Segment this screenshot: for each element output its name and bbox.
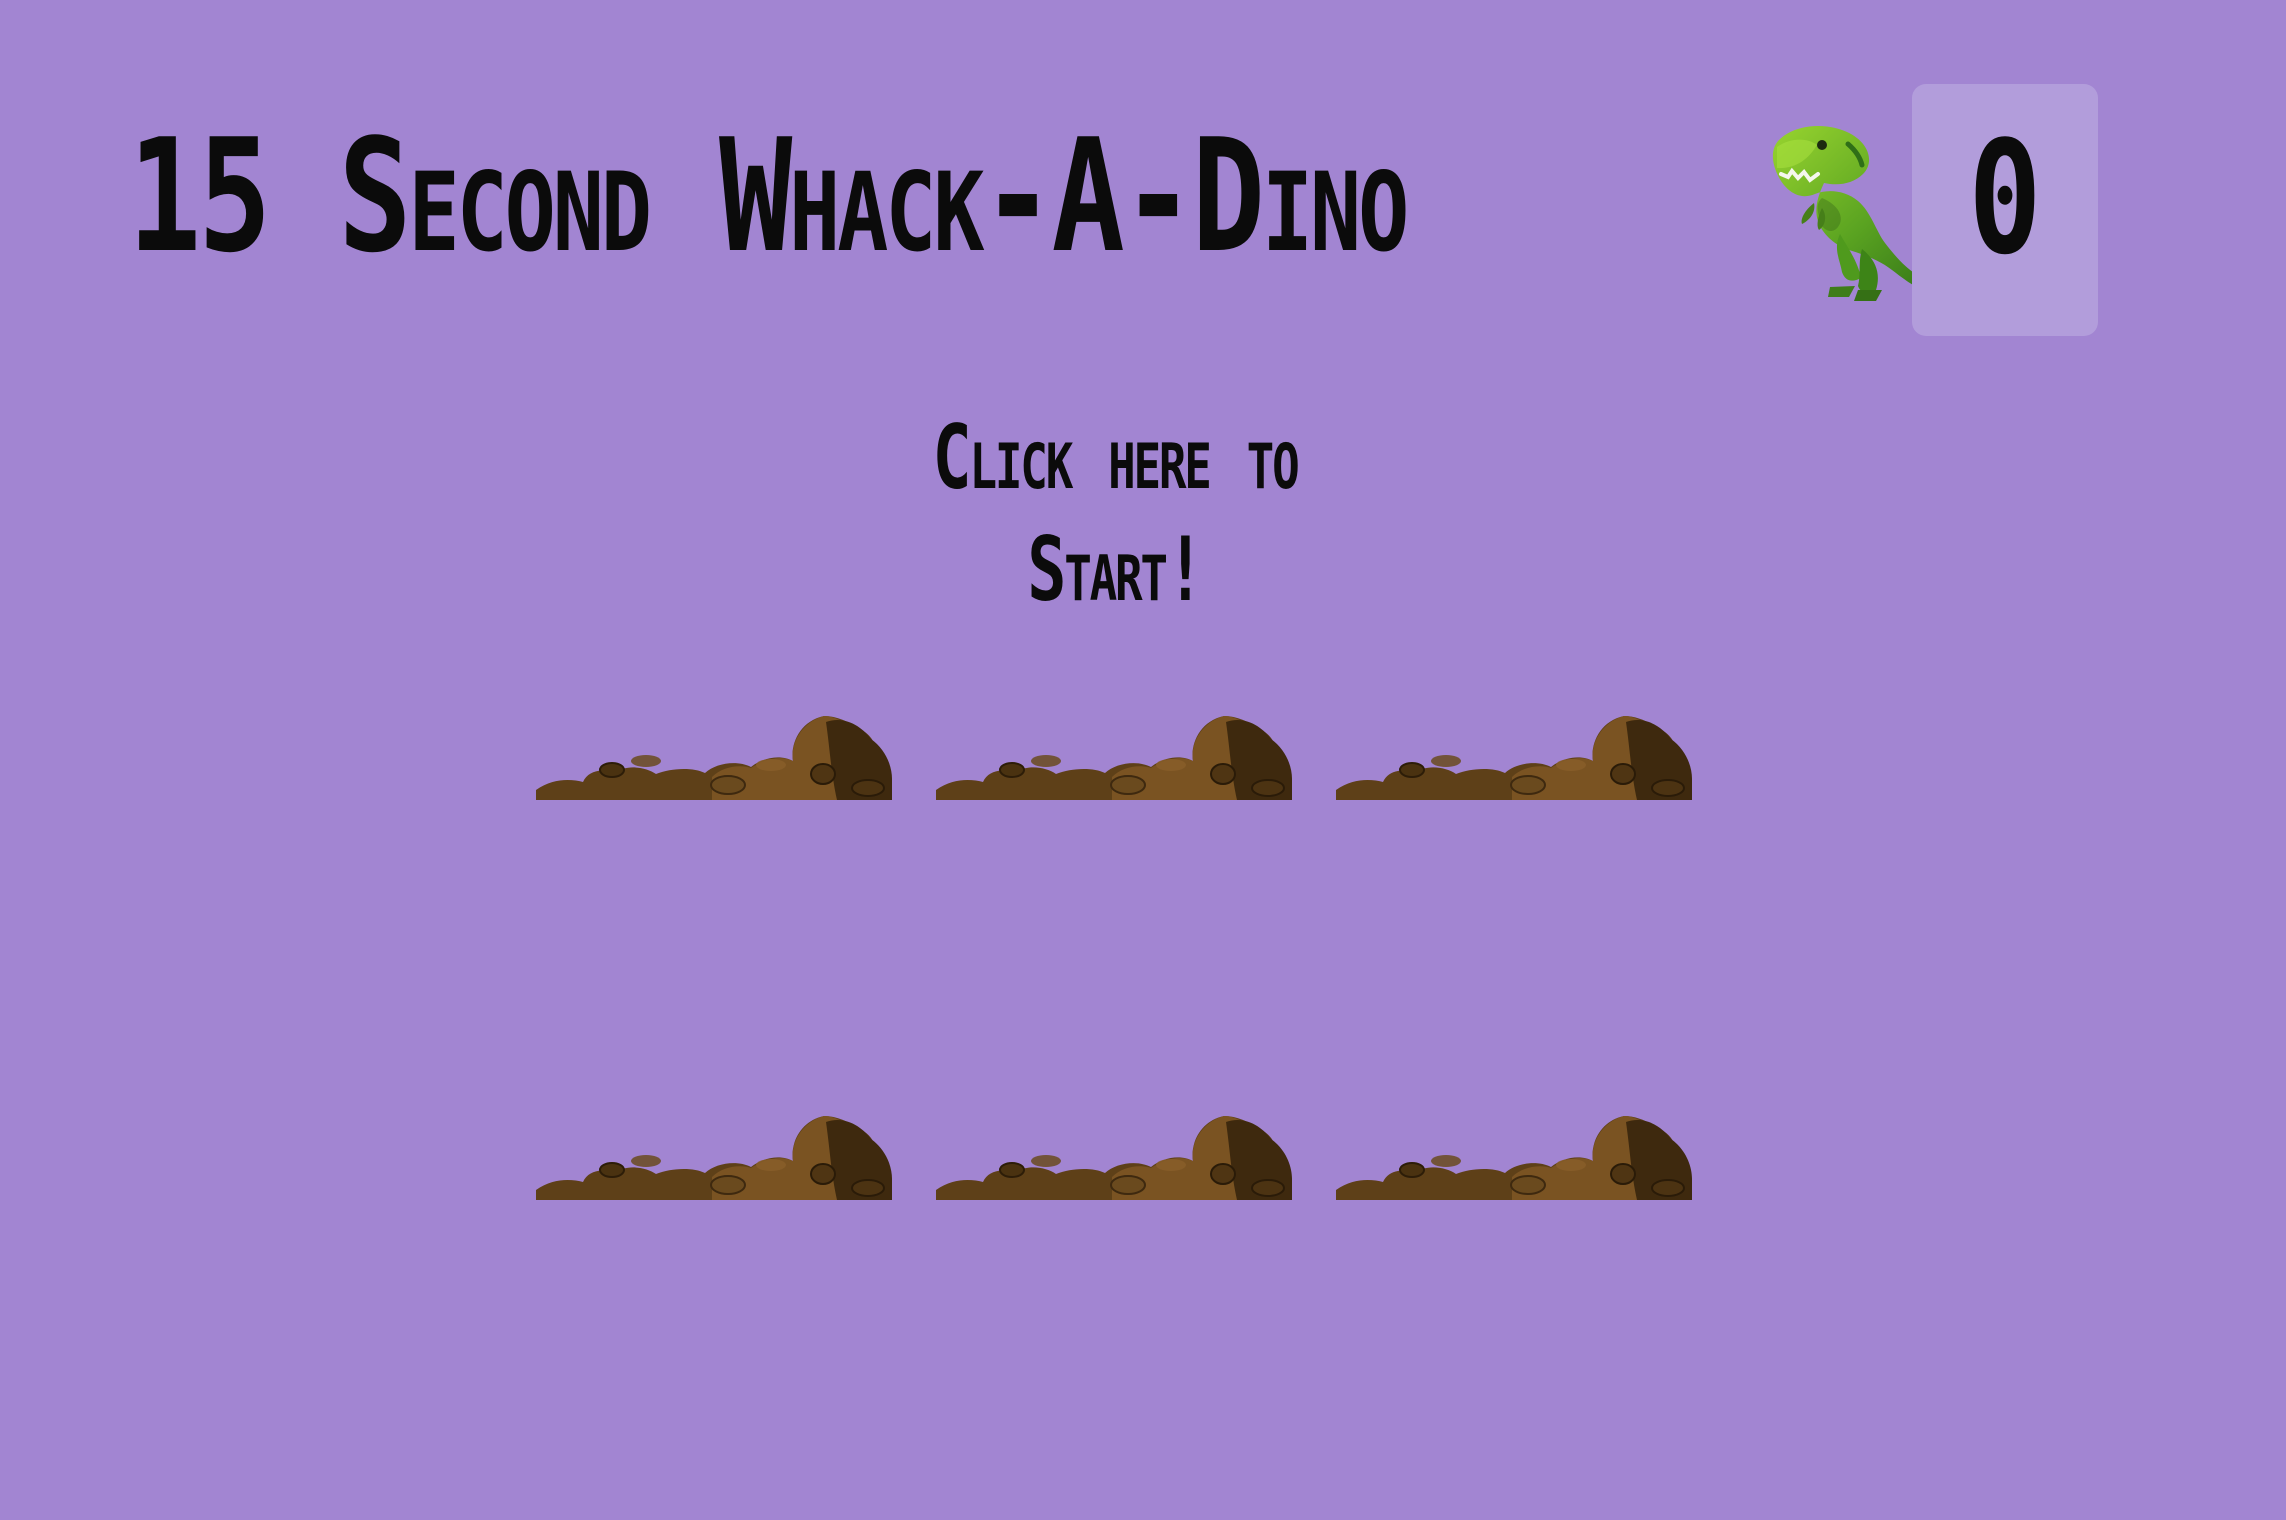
dirt-mound-icon — [1336, 716, 1692, 800]
dirt-mound-icon — [1336, 1116, 1692, 1200]
dirt-hole-2[interactable] — [936, 400, 1292, 800]
mole-grid — [536, 400, 1790, 1320]
dirt-hole-5[interactable] — [936, 800, 1292, 1200]
dirt-hole-3[interactable] — [1336, 400, 1692, 800]
dirt-hole-1[interactable] — [536, 400, 892, 800]
dirt-mound-icon — [936, 1116, 1292, 1200]
score-box: 0 — [1912, 84, 2098, 336]
game-title: 15 Second Whack-A-Dino — [128, 105, 1409, 287]
dirt-hole-6[interactable] — [1336, 800, 1692, 1200]
dirt-mound-icon — [936, 716, 1292, 800]
header: 15 Second Whack-A-Dino ! 0 — [128, 84, 2128, 336]
score-value: 0 — [1968, 107, 2042, 289]
dirt-mound-icon — [536, 1116, 892, 1200]
dirt-hole-4[interactable] — [536, 800, 892, 1200]
dirt-mound-icon — [536, 716, 892, 800]
